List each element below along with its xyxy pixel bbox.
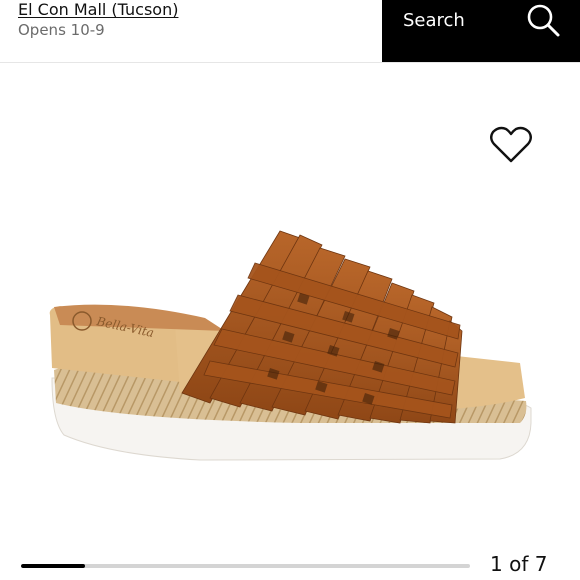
carousel-footer: 1 of 7 [0,545,580,580]
favorite-heart-icon[interactable] [488,125,534,165]
image-counter: 1 of 7 [490,552,548,576]
search-label: Search [403,10,465,31]
store-name-link[interactable]: El Con Mall (Tucson) [18,0,178,20]
product-image-carousel[interactable]: Bella-Vita [0,63,580,543]
store-hours: Opens 10-9 [18,21,105,39]
carousel-progress-track[interactable] [21,564,470,568]
carousel-progress-fill [21,564,86,568]
store-header: El Con Mall (Tucson) Opens 10-9 Search [0,0,580,62]
store-info: El Con Mall (Tucson) Opens 10-9 [18,0,178,40]
search-button[interactable]: Search [382,0,580,62]
search-icon [527,4,560,37]
